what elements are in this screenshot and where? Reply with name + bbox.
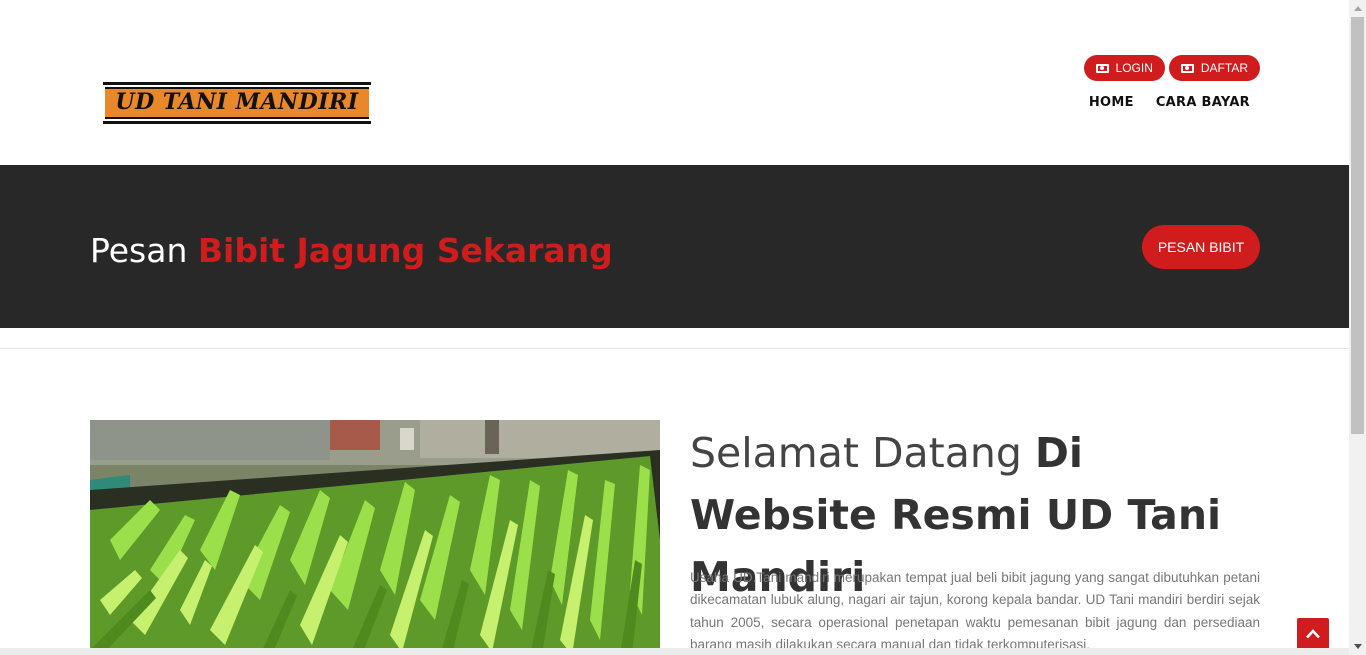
corn-seedlings-image: [90, 420, 660, 655]
logo-text: UD TANI MANDIRI: [115, 89, 359, 115]
auth-buttons: LOGIN DAFTAR: [1083, 55, 1260, 81]
welcome-heading-light: Selamat Datang: [690, 429, 1035, 477]
scroll-down-arrow-icon[interactable]: [1349, 638, 1366, 655]
login-button[interactable]: LOGIN: [1083, 55, 1165, 81]
about-paragraph: Usaha UD.Tani mandiri merupakan tempat j…: [690, 570, 1260, 653]
scroll-up-arrow-icon[interactable]: [1349, 0, 1366, 17]
banner-title: Pesan Bibit Jagung Sekarang: [90, 231, 613, 271]
login-button-label: LOGIN: [1115, 61, 1153, 75]
money-icon: [1180, 63, 1194, 73]
bottom-edge: [0, 648, 1349, 655]
section-divider: [0, 348, 1349, 349]
page: UD TANI MANDIRI LOGIN DAFTAR HOME CARA B…: [0, 0, 1349, 655]
scrollbar-thumb[interactable]: [1351, 17, 1364, 434]
money-icon: [1095, 63, 1109, 73]
nav-cara-bayar[interactable]: CARA BAYAR: [1156, 95, 1250, 110]
logo-bottom-bar: [103, 121, 371, 124]
main-nav: HOME CARA BAYAR: [1089, 95, 1250, 110]
logo[interactable]: UD TANI MANDIRI: [103, 82, 371, 124]
logo-top-bar: [103, 82, 371, 85]
banner-title-prefix: Pesan: [90, 231, 198, 270]
site-header: UD TANI MANDIRI LOGIN DAFTAR HOME CARA B…: [0, 0, 1349, 165]
register-button-label: DAFTAR: [1200, 61, 1248, 75]
corn-seedlings-photo: [90, 420, 660, 655]
nav-home[interactable]: HOME: [1089, 95, 1134, 110]
vertical-scrollbar[interactable]: [1349, 0, 1366, 655]
banner-title-highlight: Bibit Jagung Sekarang: [197, 231, 613, 270]
scroll-to-top-button[interactable]: [1297, 618, 1329, 650]
chevron-up-icon: [1306, 629, 1320, 639]
order-seed-button[interactable]: PESAN BIBIT: [1142, 225, 1260, 269]
cta-banner: Pesan Bibit Jagung Sekarang PESAN BIBIT: [0, 165, 1349, 328]
register-button[interactable]: DAFTAR: [1168, 55, 1260, 81]
